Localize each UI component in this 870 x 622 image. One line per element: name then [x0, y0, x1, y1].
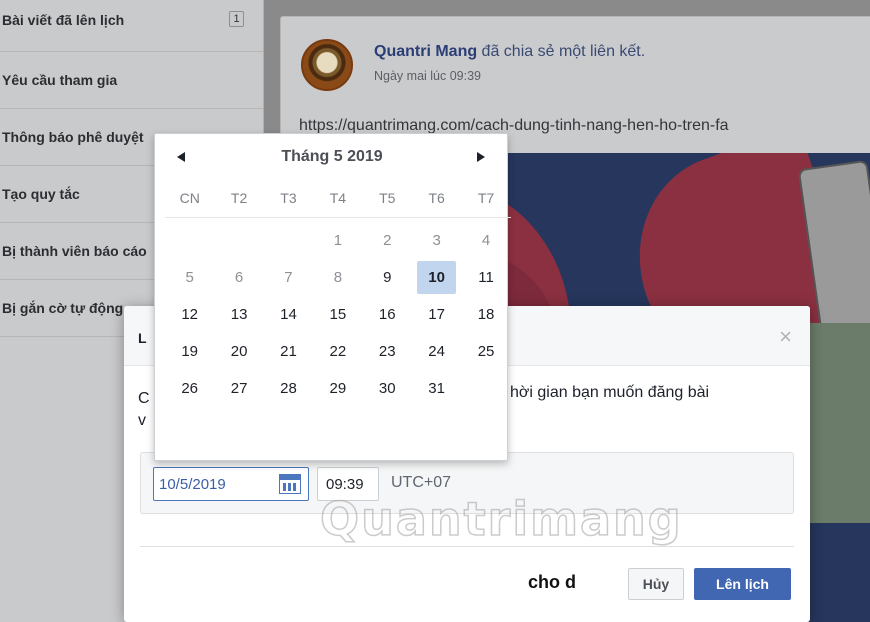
calendar-day[interactable]: 5 — [165, 259, 214, 296]
weekday-header: T7 — [461, 188, 511, 218]
dialog-description: C v — [138, 388, 150, 432]
calendar-day[interactable]: 12 — [165, 296, 214, 333]
calendar-day[interactable]: 24 — [412, 333, 461, 370]
calendar-day[interactable]: 6 — [214, 259, 263, 296]
sidebar-item-label: Yêu cầu tham gia — [2, 72, 118, 88]
calendar-day[interactable]: 20 — [214, 333, 263, 370]
calendar-empty-cell — [264, 222, 313, 259]
dialog-title: L — [138, 330, 147, 346]
watermark-logo: Quantrimang — [319, 491, 683, 547]
weekday-header: T2 — [214, 188, 264, 218]
calendar-day[interactable]: 29 — [313, 370, 362, 407]
divider — [140, 546, 794, 547]
calendar-month-title: Tháng 5 2019 — [281, 148, 383, 165]
sidebar-item-label: Bài viết đã lên lịch — [2, 12, 125, 28]
avatar[interactable] — [301, 39, 353, 91]
count-badge: 1 — [229, 11, 244, 27]
calendar-day[interactable]: 15 — [313, 296, 362, 333]
calendar-day[interactable]: 25 — [461, 333, 510, 370]
calendar-day[interactable]: 1 — [313, 222, 362, 259]
sidebar-item-label: Tạo quy tắc — [2, 186, 80, 202]
calendar-day[interactable]: 13 — [214, 296, 263, 333]
calendar-day[interactable]: 7 — [264, 259, 313, 296]
calendar-day[interactable]: 27 — [214, 370, 263, 407]
calendar-day[interactable]: 26 — [165, 370, 214, 407]
post-bottom-text: cho d — [528, 572, 576, 592]
calendar-day[interactable]: 21 — [264, 333, 313, 370]
weekday-header: CN — [165, 188, 215, 218]
calendar-day[interactable]: 18 — [461, 296, 510, 333]
calendar-grid: CN T2 T3 T4 T5 T6 T7 1 2 3 4 5 6 7 8 9 10 11 12 13 14 15 16 17 1… — [165, 188, 511, 407]
post-timestamp[interactable]: Ngày mai lúc 09:39 — [374, 69, 481, 83]
cancel-button[interactable]: Hủy — [628, 568, 684, 600]
timezone-label: UTC+07 — [391, 474, 452, 491]
calendar-day[interactable]: 16 — [363, 296, 412, 333]
calendar-day[interactable]: 30 — [363, 370, 412, 407]
post-action: đã chia sẻ một liên kết. — [477, 43, 646, 60]
calendar-empty-cell — [214, 222, 263, 259]
sidebar-item-join-requests[interactable]: Yêu cầu tham gia — [0, 52, 263, 109]
author-name[interactable]: Quantri Mang — [374, 43, 477, 60]
calendar-day[interactable]: 8 — [313, 259, 362, 296]
calendar-day[interactable]: 3 — [412, 222, 461, 259]
calendar-day[interactable]: 28 — [264, 370, 313, 407]
calendar-day[interactable]: 19 — [165, 333, 214, 370]
preview-phone — [801, 323, 870, 523]
weekday-header: T3 — [263, 188, 314, 218]
sidebar-item-label: Bị gắn cờ tự động — [2, 300, 124, 316]
calendar-day[interactable]: 23 — [363, 333, 412, 370]
post-author-line: Quantri Mang đã chia sẻ một liên kết. — [374, 43, 645, 61]
calendar-day[interactable]: 9 — [363, 259, 412, 296]
weekday-header: T4 — [313, 188, 363, 218]
calendar-day[interactable]: 22 — [313, 333, 362, 370]
calendar-day[interactable]: 14 — [264, 296, 313, 333]
calendar-day[interactable]: 17 — [412, 296, 461, 333]
calendar-day[interactable]: 2 — [363, 222, 412, 259]
calendar-empty-cell — [461, 370, 510, 407]
sidebar-item-label: Thông báo phê duyệt — [2, 129, 144, 145]
dialog-text-start: C — [138, 390, 150, 407]
close-icon[interactable]: × — [779, 326, 792, 348]
calendar-day[interactable]: 11 — [461, 259, 510, 296]
calendar-day[interactable]: 4 — [461, 222, 510, 259]
calendar-icon[interactable] — [279, 474, 301, 494]
weekday-header: T5 — [362, 188, 412, 218]
calendar-day[interactable]: 10 — [416, 261, 457, 294]
calendar-day[interactable]: 31 — [412, 370, 461, 407]
sidebar-item-scheduled-posts[interactable]: Bài viết đã lên lịch 1 — [0, 0, 263, 52]
dialog-description-visible: hời gian bạn muốn đăng bài — [510, 384, 710, 401]
chevron-right-icon[interactable] — [477, 152, 485, 162]
dialog-text-start2: v — [138, 412, 146, 429]
date-picker-popup: Tháng 5 2019 CN T2 T3 T4 T5 T6 T7 1 2 3 4 5 6 7 8 9 10 11… — [154, 133, 511, 461]
sidebar-item-label: Bị thành viên báo cáo — [2, 243, 147, 259]
calendar-empty-cell — [165, 222, 214, 259]
weekday-header: T6 — [411, 188, 462, 218]
schedule-button[interactable]: Lên lịch — [694, 568, 791, 600]
